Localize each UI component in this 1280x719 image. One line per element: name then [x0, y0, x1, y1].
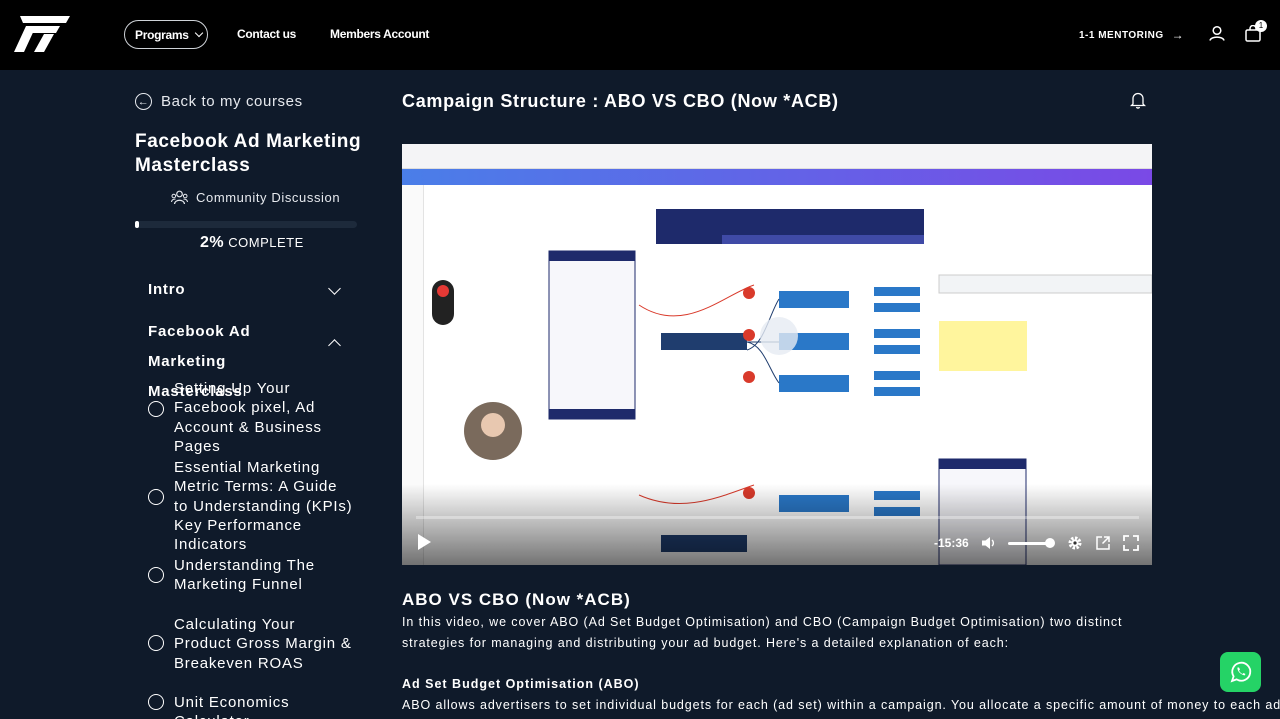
- lesson-radio[interactable]: [148, 401, 164, 417]
- bell-icon[interactable]: [1130, 91, 1146, 109]
- programs-dropdown[interactable]: Programs: [124, 20, 208, 49]
- lesson-item[interactable]: Setting Up Your Facebook pixel, Ad Accou…: [148, 379, 348, 456]
- community-label: Community Discussion: [196, 190, 341, 205]
- abo-paragraph: ABO allows advertisers to set individual…: [402, 698, 1280, 712]
- play-icon[interactable]: [418, 534, 431, 550]
- contact-us-link[interactable]: Contact us: [237, 27, 296, 41]
- whatsapp-icon: [1230, 661, 1251, 683]
- top-navigation-bar: Programs Contact us Members Account 1-1 …: [0, 0, 1280, 70]
- back-label: Back to my courses: [161, 93, 303, 110]
- video-seek-bar[interactable]: [416, 516, 1139, 519]
- arrow-left-icon: ←: [135, 93, 152, 110]
- lesson-item[interactable]: Unit Economics Calculator: [148, 693, 363, 719]
- video-frame-toolbar: [402, 169, 1152, 185]
- volume-knob[interactable]: [1045, 538, 1055, 548]
- lesson-radio[interactable]: [148, 635, 164, 651]
- video-controls-gradient: [402, 484, 1152, 565]
- chevron-up-icon[interactable]: [328, 339, 341, 352]
- arrow-right-icon: →: [1171, 28, 1185, 42]
- lesson-title: Calculating Your Product Gross Margin & …: [174, 616, 352, 672]
- section-intro-label: Intro: [148, 281, 186, 298]
- picture-in-picture-icon[interactable]: [1095, 535, 1111, 551]
- settings-gear-icon[interactable]: [1067, 535, 1083, 551]
- lesson-item[interactable]: Understanding The Marketing Funnel: [148, 556, 328, 595]
- volume-icon[interactable]: [981, 535, 997, 551]
- video-player[interactable]: -15:36: [402, 144, 1152, 565]
- progress-percent: 2%: [200, 234, 225, 251]
- course-progress-bar: [135, 221, 357, 228]
- lesson-radio[interactable]: [148, 567, 164, 583]
- lesson-title: Unit Economics Calculator: [174, 694, 290, 719]
- programs-label: Programs: [135, 27, 189, 42]
- lesson-item[interactable]: Essential Marketing Metric Terms: A Guid…: [148, 458, 353, 554]
- page-title: Campaign Structure : ABO VS CBO (Now *AC…: [402, 91, 839, 111]
- lesson-item[interactable]: Calculating Your Product Gross Margin & …: [148, 615, 353, 673]
- abo-subheading: Ad Set Budget Optimisation (ABO): [402, 677, 640, 691]
- progress-text: 2% COMPLETE: [200, 234, 304, 252]
- mentoring-label: 1-1 MENTORING: [1079, 29, 1164, 41]
- course-title: Facebook Ad Marketing Masterclass: [135, 131, 362, 176]
- course-sidebar: ← Back to my courses Facebook Ad Marketi…: [0, 70, 380, 719]
- chevron-down-icon: [194, 28, 203, 37]
- lesson-title: Setting Up Your Facebook pixel, Ad Accou…: [174, 380, 322, 455]
- user-icon[interactable]: [1209, 25, 1225, 41]
- lesson-radio[interactable]: [148, 489, 164, 505]
- section-heading: ABO VS CBO (Now *ACB): [402, 590, 631, 609]
- community-discussion-link[interactable]: Community Discussion: [171, 190, 340, 205]
- lesson-radio[interactable]: [148, 694, 164, 710]
- video-time-remaining: -15:36: [934, 536, 969, 550]
- back-to-courses-link[interactable]: ← Back to my courses: [135, 93, 303, 110]
- whatsapp-chat-button[interactable]: [1220, 652, 1261, 692]
- mentoring-link[interactable]: 1-1 MENTORING →: [1079, 28, 1184, 42]
- members-account-link[interactable]: Members Account: [330, 27, 429, 41]
- intro-paragraph: In this video, we cover ABO (Ad Set Budg…: [402, 615, 1123, 650]
- progress-suffix: COMPLETE: [228, 235, 304, 250]
- community-icon: [171, 190, 188, 205]
- lesson-title: Essential Marketing Metric Terms: A Guid…: [174, 459, 353, 554]
- fullscreen-icon[interactable]: [1123, 535, 1139, 551]
- cart-count-badge: 1: [1255, 20, 1267, 32]
- brand-logo[interactable]: [14, 14, 72, 54]
- video-frame-address-bar: [402, 144, 1152, 169]
- lesson-title: Understanding The Marketing Funnel: [174, 557, 315, 594]
- course-progress-fill: [135, 221, 140, 228]
- section-intro[interactable]: Intro: [148, 275, 348, 305]
